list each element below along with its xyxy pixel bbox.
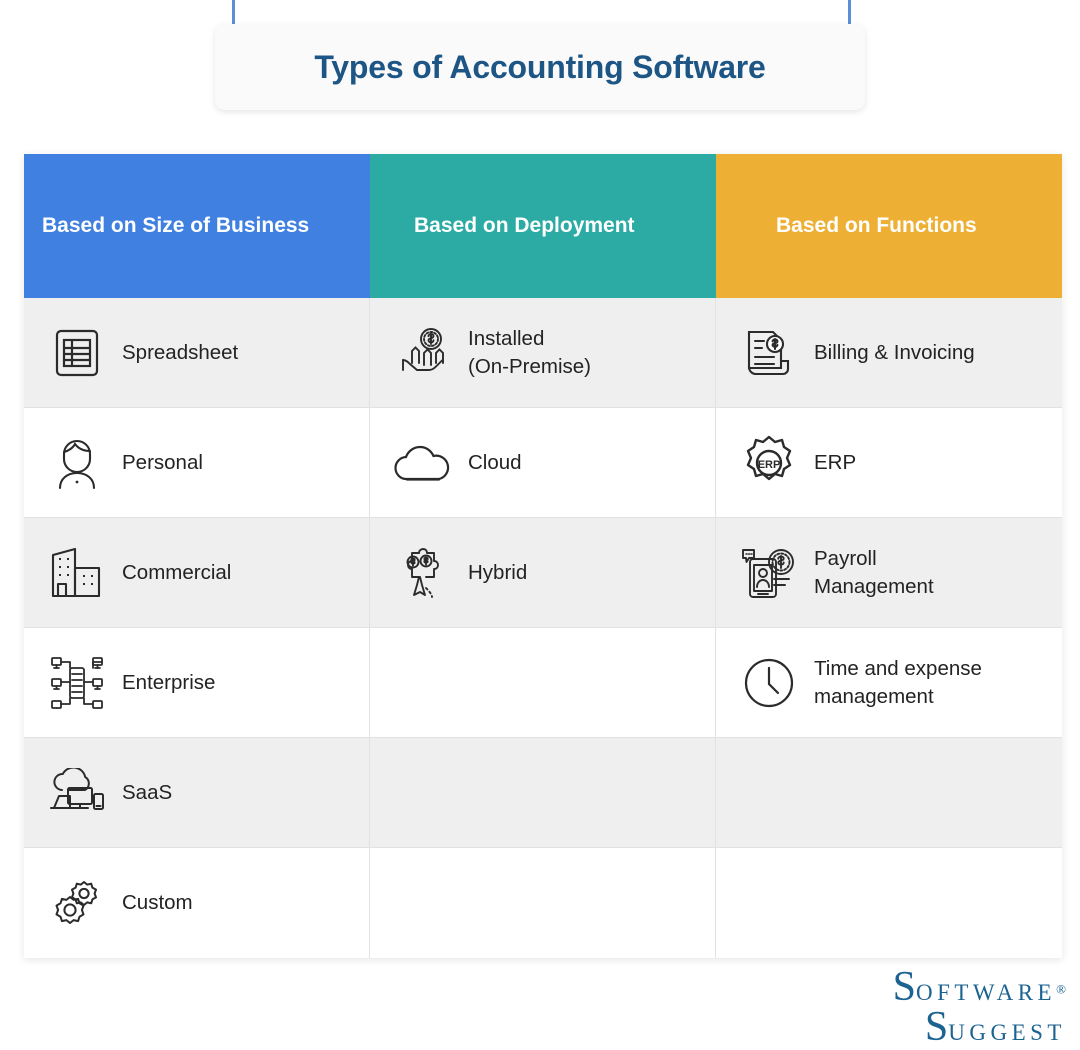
table-cell[interactable]: Payroll Management <box>716 518 1062 628</box>
registered-trademark-icon: ® <box>1056 981 1066 997</box>
table-cell-empty <box>370 738 716 848</box>
table-cell[interactable]: ERP ERP <box>716 408 1062 518</box>
logo-line-1: SOFTWARE® <box>893 966 1066 1008</box>
table-cell[interactable]: Custom <box>24 848 370 958</box>
logo-line2-initial: S <box>924 1003 949 1050</box>
title-card: Types of Accounting Software <box>215 24 865 110</box>
table-cell[interactable]: Cloud <box>370 408 716 518</box>
spreadsheet-icon <box>46 322 108 384</box>
person-icon <box>46 432 108 494</box>
table-cell[interactable]: Installed (On-Premise) <box>370 298 716 408</box>
column-header-deployment: Based on Deployment <box>370 154 716 320</box>
clock-icon <box>738 652 800 714</box>
table-cell-empty <box>716 738 1062 848</box>
invoice-dollar-icon <box>738 322 800 384</box>
softwaresuggest-logo: SOFTWARE® SUGGEST <box>893 966 1066 1048</box>
table-row: Custom <box>24 848 1062 958</box>
table-row: Commercial Hybrid Payroll Management <box>24 518 1062 628</box>
table-cell[interactable]: Spreadsheet <box>24 298 370 408</box>
table-cell[interactable]: Billing & Invoicing <box>716 298 1062 408</box>
logo-line-2: SUGGEST <box>893 1006 1066 1048</box>
cloud-devices-icon <box>46 762 108 824</box>
table-cell[interactable]: Personal <box>24 408 370 518</box>
puzzle-coins-icon <box>392 542 454 604</box>
payroll-mobile-icon <box>738 542 800 604</box>
column-header-label: Based on Deployment <box>414 214 635 237</box>
table-cell-label: Commercial <box>122 560 232 584</box>
table-row: Spreadsheet Installed (On-Premise) Billin… <box>24 298 1062 408</box>
svg-text:ERP: ERP <box>758 459 781 471</box>
logo-line1-initial: S <box>892 964 916 1010</box>
table-row: Enterprise Time and expense management <box>24 628 1062 738</box>
hand-coins-icon <box>392 322 454 384</box>
table-cell[interactable]: Time and expense management <box>716 628 1062 738</box>
table-row: Personal Cloud ERP ERP <box>24 408 1062 518</box>
logo-line2-rest: UGGEST <box>948 1019 1066 1045</box>
table-cell-label: Spreadsheet <box>122 340 239 364</box>
column-header-label: Based on Size of Business <box>42 214 310 237</box>
table-body: Spreadsheet Installed (On-Premise) Billin… <box>24 298 1062 958</box>
gears-icon <box>46 872 108 934</box>
table-header-row: Based on Size of Business Based on Deplo… <box>24 154 1062 320</box>
table-cell-label: Enterprise <box>122 670 216 694</box>
table-cell-label: Custom <box>122 891 193 915</box>
table-cell-label: ERP <box>814 450 857 474</box>
table-cell[interactable]: Commercial <box>24 518 370 628</box>
title-area: Types of Accounting Software <box>0 0 1080 120</box>
table-cell-label: Personal <box>122 450 203 474</box>
table-cell[interactable]: Enterprise <box>24 628 370 738</box>
page-title: Types of Accounting Software <box>314 48 766 85</box>
types-table: Based on Size of Business Based on Deplo… <box>24 154 1062 958</box>
table-cell-label: Hybrid <box>468 560 528 584</box>
table-cell-label: Installed (On-Premise) <box>468 327 592 378</box>
table-cell[interactable]: SaaS <box>24 738 370 848</box>
cloud-icon <box>392 432 454 494</box>
logo-line1-rest: OFTWARE <box>915 980 1057 1005</box>
table-cell-empty <box>716 848 1062 958</box>
table-cell[interactable]: Hybrid <box>370 518 716 628</box>
table-cell-label: SaaS <box>122 780 173 804</box>
column-header-functions: Based on Functions <box>716 154 1062 320</box>
table-cell-label: Billing & Invoicing <box>814 340 975 364</box>
building-icon <box>46 542 108 604</box>
column-header-label: Based on Functions <box>776 214 977 237</box>
table-cell-label: Cloud <box>468 450 522 474</box>
table-cell-empty <box>370 628 716 738</box>
column-header-size-of-business: Based on Size of Business <box>24 154 370 320</box>
table-cell-empty <box>370 848 716 958</box>
table-cell-label: Time and expense management <box>814 657 982 708</box>
table-row: SaaS <box>24 738 1062 848</box>
gear-erp-icon: ERP <box>738 432 800 494</box>
table-cell-label: Payroll Management <box>814 547 934 598</box>
network-server-icon <box>46 652 108 714</box>
